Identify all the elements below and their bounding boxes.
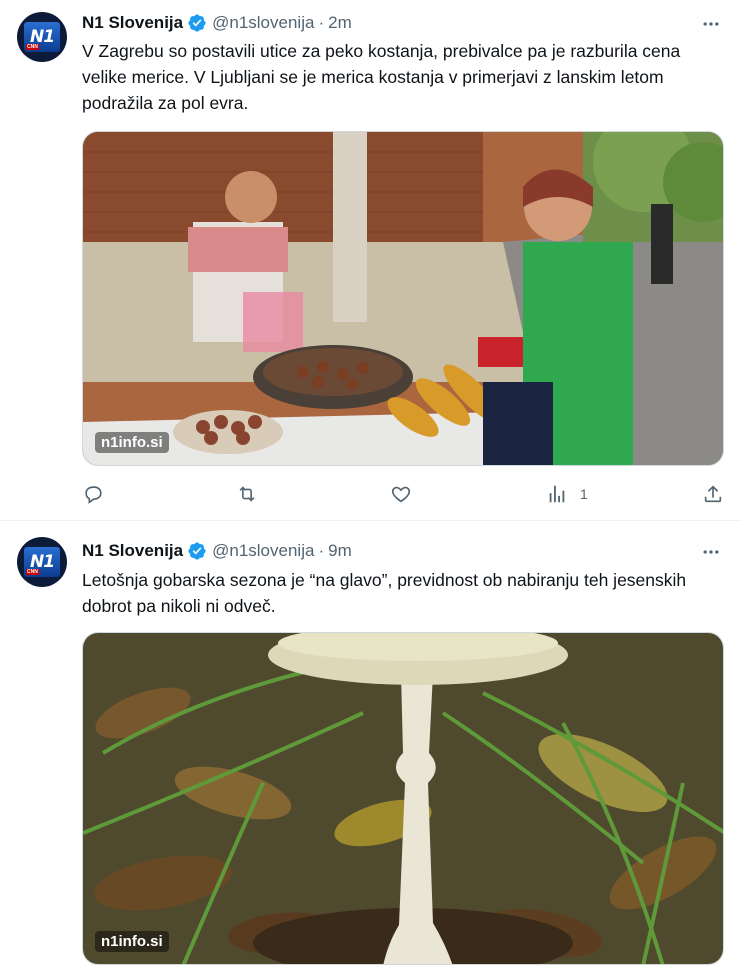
like-icon [391, 486, 411, 503]
tweet-text: V Zagrebu so postavili utice za peko kos… [82, 41, 681, 113]
media-watermark: n1info.si [95, 931, 169, 952]
avatar[interactable]: N1 CNN [17, 12, 67, 62]
logo-tag: CNN [26, 569, 39, 575]
display-name[interactable]: N1 Slovenija [82, 13, 183, 33]
timestamp[interactable]: 9m [328, 541, 352, 561]
separator: · [318, 13, 325, 32]
reply-icon [85, 486, 102, 504]
avatar[interactable]: N1 CNN [17, 537, 67, 587]
more-options-icon[interactable] [699, 12, 723, 36]
tweet-header: N1 Slovenija @n1slovenija · 2m [82, 12, 352, 34]
like-button[interactable] [390, 482, 412, 506]
tweet[interactable]: N1 CNN N1 Slovenija @n1slovenija · 9m Le… [0, 522, 741, 965]
verified-badge-icon[interactable] [187, 541, 207, 561]
n1-logo-icon: N1 CNN [24, 547, 60, 577]
views-icon [549, 485, 565, 503]
n1-logo-icon: N1 CNN [24, 22, 60, 52]
tweet-actions: 1 [82, 482, 727, 506]
retweet-button[interactable] [236, 482, 258, 506]
verified-badge-icon[interactable] [187, 13, 207, 33]
chestnut-vendor-photo [83, 132, 723, 465]
handle[interactable]: @n1slovenija [212, 541, 314, 561]
views-button[interactable]: 1 [546, 482, 588, 506]
retweet-icon [239, 486, 255, 502]
display-name[interactable]: N1 Slovenija [82, 541, 183, 561]
tweet-media[interactable]: n1info.si [82, 131, 724, 466]
tweet-header: N1 Slovenija @n1slovenija · 9m [82, 540, 352, 562]
tweet-media[interactable]: n1info.si [82, 632, 724, 965]
tweet[interactable]: N1 CNN N1 Slovenija @n1slovenija · 2m V … [0, 0, 741, 521]
reply-button[interactable] [82, 482, 104, 506]
timestamp[interactable]: 2m [328, 13, 352, 33]
more-options-icon[interactable] [699, 540, 723, 564]
handle[interactable]: @n1slovenija [212, 13, 314, 33]
share-icon [704, 485, 722, 503]
share-button[interactable] [702, 482, 724, 506]
media-watermark: n1info.si [95, 432, 169, 453]
tweet-text: Letošnja gobarska sezona je “na glavo”, … [82, 570, 687, 616]
logo-tag: CNN [26, 44, 39, 50]
separator: · [318, 541, 325, 560]
views-count: 1 [580, 486, 588, 502]
mushroom-photo [83, 633, 723, 964]
